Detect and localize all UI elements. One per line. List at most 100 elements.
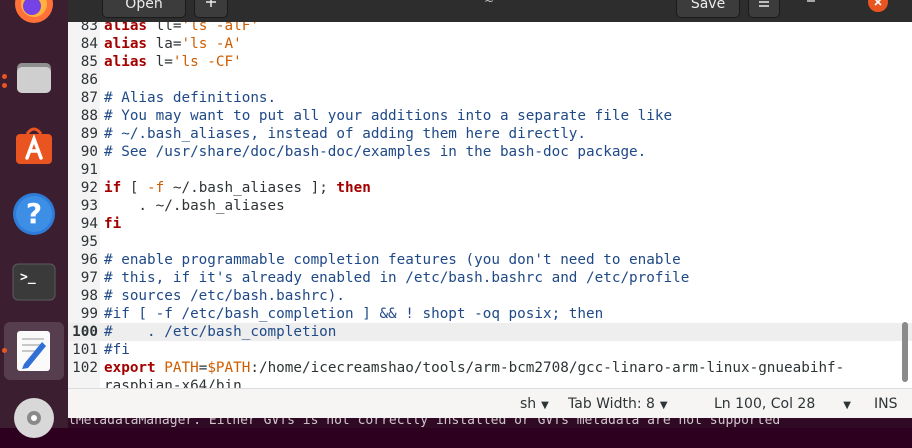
line-text: #fi	[104, 342, 130, 358]
line-text: #if [ -f /etc/bash_completion ] && ! sho…	[104, 306, 604, 322]
dock-app-disc[interactable]	[8, 392, 60, 444]
line-number: 94	[80, 216, 98, 232]
line-number: 83	[80, 22, 98, 34]
line-number: 97	[80, 270, 98, 286]
line-number: 91	[80, 162, 98, 178]
line-number: 92	[80, 180, 98, 196]
code-line[interactable]: 99 #if [ -f /etc/bash_completion ] && ! s…	[68, 305, 912, 323]
open-button[interactable]: Open	[102, 0, 186, 18]
background-terminal: lMetadataManager. Either GVfs is not cor…	[68, 418, 912, 428]
close-icon	[874, 0, 882, 6]
hamburger-menu-icon	[759, 1, 769, 7]
line-text: # sources /etc/bash.bashrc).	[104, 288, 346, 304]
new-document-icon	[206, 0, 216, 7]
save-button[interactable]: Save	[676, 0, 740, 18]
code-line[interactable]: 83 alias ll='ls -alF'	[68, 22, 912, 35]
code-line[interactable]: 85 alias l='ls -CF'	[68, 53, 912, 71]
line-text: if [ -f ~/.bash_aliases ]; then	[104, 180, 371, 196]
line-text: # . /etc/bash_completion	[104, 324, 337, 340]
code-line[interactable]: 89 # ~/.bash_aliases, instead of adding t…	[68, 125, 912, 143]
dock-app-files[interactable]	[8, 52, 60, 104]
code-line[interactable]: 96 # enable programmable completion featu…	[68, 251, 912, 269]
minimize-icon	[807, 0, 815, 2]
terminal-output: lMetadataManager. Either GVfs is not cor…	[68, 418, 781, 428]
running-indicator	[2, 348, 7, 353]
code-line[interactable]: 102 export PATH=$PATH:/home/icecreamshao/…	[68, 359, 912, 377]
code-line[interactable]: 101 #fi	[68, 341, 912, 359]
line-number: 100	[72, 324, 98, 340]
code-line[interactable]: 95	[68, 233, 912, 251]
code-line[interactable]: 86	[68, 71, 912, 89]
code-line[interactable]: 94 fi	[68, 215, 912, 233]
running-indicator	[2, 83, 7, 88]
dock: ? >_	[0, 0, 68, 438]
line-number: 102	[72, 360, 98, 376]
firefox-icon	[15, 0, 53, 23]
menu-button[interactable]	[748, 0, 780, 18]
line-text: raspbian-x64/bin	[104, 378, 242, 388]
minimize-button[interactable]	[804, 0, 818, 8]
line-number: 90	[80, 144, 98, 160]
line-number: 96	[80, 252, 98, 268]
line-text: alias la='ls -A'	[104, 36, 242, 52]
line-number: 99	[80, 306, 98, 322]
dock-app-firefox[interactable]	[8, 0, 60, 30]
insert-mode-indicator: INS	[874, 396, 898, 412]
new-tab-button[interactable]	[194, 0, 228, 18]
help-glyph: ?	[25, 197, 43, 230]
code-line[interactable]: 98 # sources /etc/bash.bashrc).	[68, 287, 912, 305]
line-text: alias l='ls -CF'	[104, 54, 242, 70]
line-number: 87	[80, 90, 98, 106]
code-line[interactable]: 87 # Alias definitions.	[68, 89, 912, 107]
code-line[interactable]: 91	[68, 161, 912, 179]
text-editor-view[interactable]: 83 alias ll='ls -alF' 84 alias la='ls -A' 85…	[68, 22, 912, 388]
code-line[interactable]: 100 # . /etc/bash_completion	[68, 323, 912, 341]
language-selector[interactable]: sh ▼	[520, 389, 549, 419]
line-number: 98	[80, 288, 98, 304]
line-text: # Alias definitions.	[104, 90, 277, 106]
code-line[interactable]: 97 # this, if it's already enabled in /et…	[68, 269, 912, 287]
line-text: # this, if it's already enabled in /etc/…	[104, 270, 690, 286]
code-line[interactable]: 88 # You may want to put all your additio…	[68, 107, 912, 125]
scrollbar[interactable]	[902, 322, 908, 382]
running-indicator	[2, 74, 7, 79]
line-text: # You may want to put all your additions…	[104, 108, 673, 124]
line-text: # ~/.bash_aliases, instead of adding the…	[104, 126, 587, 142]
files-icon	[17, 63, 51, 93]
dock-app-terminal[interactable]: >_	[8, 256, 60, 308]
window-subtitle: ~	[484, 0, 495, 8]
dock-app-help[interactable]: ?	[8, 188, 60, 240]
line-number: 84	[80, 36, 98, 52]
header-bar: Open ~ Save	[68, 0, 912, 22]
status-bar: sh ▼ Tab Width: 8 ▼ Ln 100, Col 28 ▼ INS	[68, 388, 912, 419]
code-line[interactable]: 84 alias la='ls -A'	[68, 35, 912, 53]
terminal-glyph: >_	[20, 270, 36, 285]
line-number: 93	[80, 198, 98, 214]
line-text: alias ll='ls -alF'	[104, 22, 259, 34]
chevron-down-icon: ▼	[659, 400, 668, 411]
dock-app-text-editor[interactable]	[4, 322, 64, 380]
tab-width-selector[interactable]: Tab Width: 8 ▼	[568, 389, 668, 419]
tab-width-label: Tab Width: 8	[568, 396, 655, 412]
chevron-down-icon: ▼	[843, 400, 851, 411]
chevron-down-icon: ▼	[541, 400, 549, 411]
cursor-position[interactable]: Ln 100, Col 28 ▼	[714, 389, 851, 419]
line-text: export PATH=$PATH:/home/icecreamshao/too…	[104, 360, 845, 376]
language-label: sh	[520, 396, 537, 412]
line-number: 101	[72, 342, 98, 358]
line-number: 86	[80, 72, 98, 88]
line-number: 89	[80, 126, 98, 142]
code-line[interactable]: 93 . ~/.bash_aliases	[68, 197, 912, 215]
close-button[interactable]	[868, 0, 888, 12]
line-number: 95	[80, 234, 98, 250]
code-line[interactable]: 92 if [ -f ~/.bash_aliases ]; then	[68, 179, 912, 197]
line-text: # enable programmable completion feature…	[104, 252, 681, 268]
line-text: . ~/.bash_aliases	[104, 198, 285, 214]
code-line[interactable]: raspbian-x64/bin	[68, 377, 912, 388]
code-line[interactable]: 90 # See /usr/share/doc/bash-doc/examples…	[68, 143, 912, 161]
text-editor-icon	[17, 331, 50, 371]
disc-icon	[14, 398, 54, 438]
software-store-icon	[16, 127, 52, 164]
dock-app-ubuntu-software[interactable]	[8, 120, 60, 172]
line-text: # See /usr/share/doc/bash-doc/examples i…	[104, 144, 647, 160]
